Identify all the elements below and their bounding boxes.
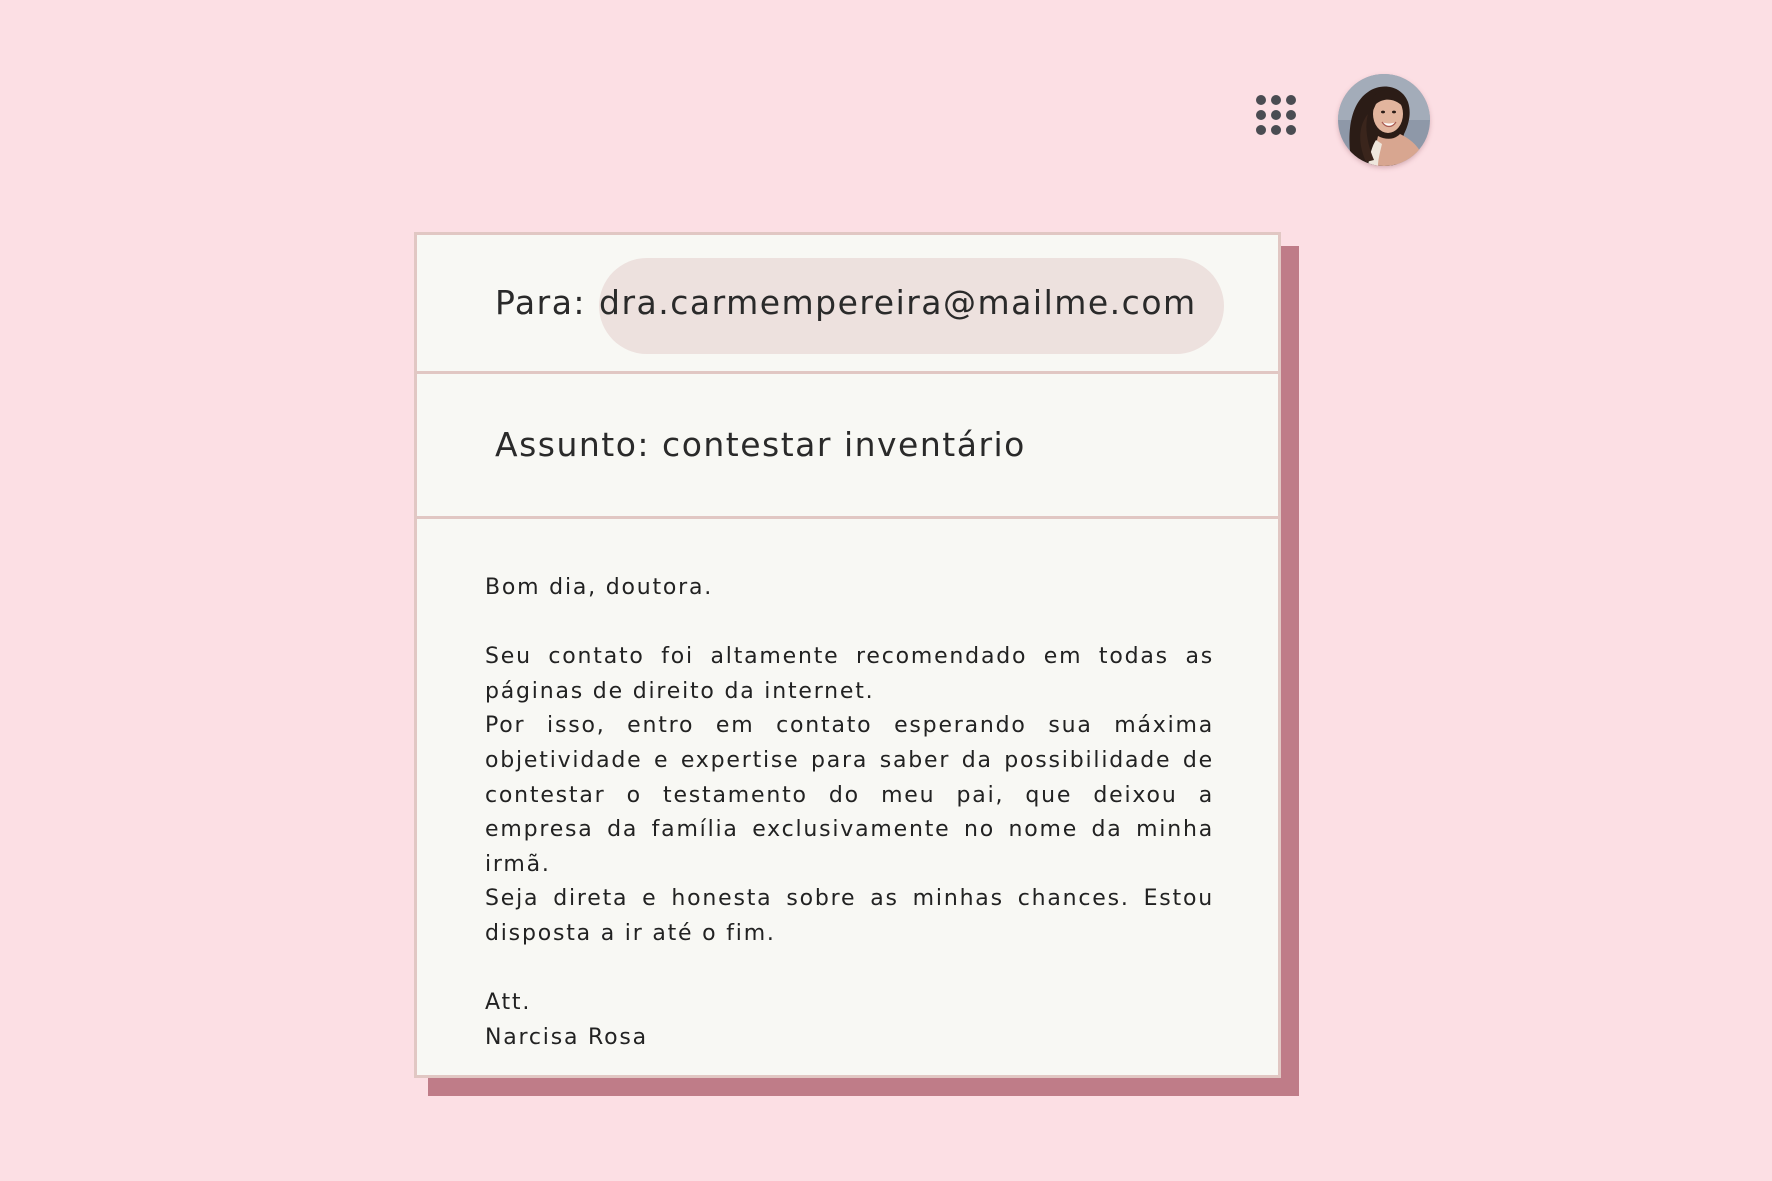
subject-row[interactable]: Assunto: contestar inventário	[417, 374, 1278, 519]
paragraph: Seja direta e honesta sobre as minhas ch…	[485, 886, 1214, 946]
avatar-photo	[1338, 74, 1430, 166]
paragraph: Seu contato foi altamente recomendado em…	[485, 644, 1214, 704]
to-label: Para:	[495, 283, 587, 322]
subject-value: contestar inventário	[662, 425, 1026, 464]
subject-field[interactable]: Assunto: contestar inventário	[495, 425, 1026, 464]
avatar[interactable]	[1338, 74, 1430, 166]
subject-label: Assunto:	[495, 425, 651, 464]
signature: Narcisa Rosa	[485, 1024, 648, 1050]
paragraph: Por isso, entro em contato esperando sua…	[485, 713, 1214, 877]
message-body[interactable]: Bom dia, doutora. Seu contato foi altame…	[485, 571, 1214, 1055]
recipient-chip[interactable]: dra.carmempereira@mailme.com	[599, 258, 1224, 354]
closing: Att.	[485, 990, 532, 1016]
email-compose-card: Para: dra.carmempereira@mailme.com Assun…	[414, 232, 1281, 1078]
greeting: Bom dia, doutora.	[485, 575, 714, 600]
grid-apps-icon[interactable]	[1256, 95, 1298, 139]
recipient-email: dra.carmempereira@mailme.com	[599, 283, 1197, 322]
to-row: Para: dra.carmempereira@mailme.com	[417, 235, 1278, 374]
